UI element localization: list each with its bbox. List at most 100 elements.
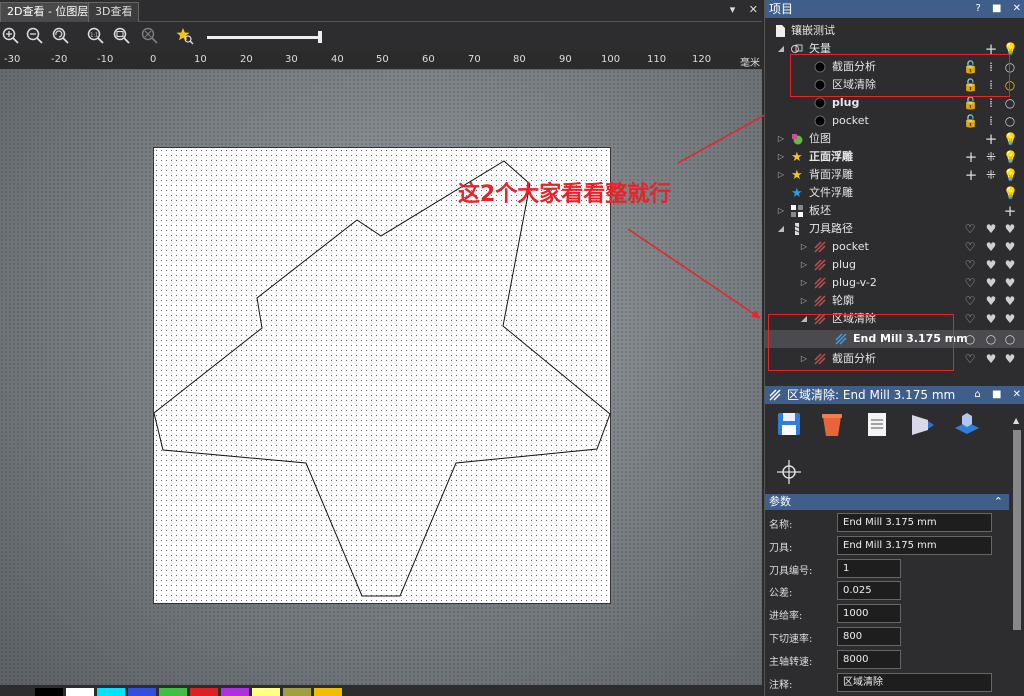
close-icon[interactable]: ✕ [1013,3,1021,14]
star-search-icon[interactable] [176,27,194,45]
lightbulb-icon[interactable]: 💡 [1003,184,1018,202]
color-swatch-green[interactable] [159,688,187,696]
color-swatch-cyan[interactable] [97,688,125,696]
expand-icon[interactable]: ▷ [777,148,785,166]
move-arrows-icon[interactable] [775,458,803,486]
lightbulb-icon[interactable]: 💡 [1003,148,1018,166]
lightbulb-off-icon[interactable]: ○ [1003,330,1017,348]
delete-bucket-icon[interactable] [818,410,846,438]
plunge-rate-field[interactable]: 800 [837,627,901,646]
lightbulb-off-icon[interactable]: ♡ [963,274,977,292]
tool-number-field[interactable]: 1 [837,559,901,578]
add-icon[interactable]: + [964,166,978,184]
params-header[interactable]: 参数 ⌃ [765,494,1009,510]
zoom-disabled-icon[interactable] [141,27,159,45]
zoom-out-icon[interactable] [26,27,44,45]
tool-visibility-icon[interactable]: ♥ [984,220,998,238]
zoom-previous-icon[interactable] [52,27,70,45]
spindle-speed-field[interactable]: 8000 [837,650,901,669]
help-icon[interactable]: ? [975,3,980,14]
move-icon[interactable]: ⁜ [984,148,998,166]
pin-icon[interactable]: ■ [992,3,1001,14]
tool-visibility-icon[interactable]: ♥ [1003,238,1017,256]
scroll-up-icon[interactable]: ▲ [1013,416,1019,425]
expand-icon[interactable]: ▷ [777,130,785,148]
tree-item-back-relief[interactable]: ▷ ★ 背面浮雕 + ⁜ 💡 [765,166,1024,184]
tool-field[interactable]: End Mill 3.175 mm [837,536,992,555]
notes-icon[interactable] [863,410,891,438]
expand-icon[interactable]: ▷ [777,166,785,184]
expand-icon[interactable]: ▷ [800,238,808,256]
tree-item-file-relief[interactable]: ★ 文件浮雕 💡 [765,184,1024,202]
close-icon[interactable]: ✕ [749,3,758,16]
add-icon[interactable]: + [964,148,978,166]
close-icon[interactable]: ✕ [1013,389,1021,400]
tree-item-bitmap[interactable]: ▷ 位图 + 💡 [765,130,1024,148]
tab-dropdown-icon[interactable]: ▾ [730,3,736,16]
tree-item-front-relief[interactable]: ▷ ★ 正面浮雕 + ⁜ 💡 [765,148,1024,166]
lightbulb-off-icon[interactable]: ♡ [963,256,977,274]
move-icon[interactable]: ⁜ [984,166,998,184]
color-swatch-purple[interactable] [221,688,249,696]
expand-icon[interactable]: ▷ [800,274,808,292]
tree-item-project[interactable]: 镶嵌测试 [765,22,1024,40]
tolerance-field[interactable]: 0.025 [837,581,901,600]
tool-visibility-icon[interactable]: ♥ [1003,310,1017,328]
color-swatch-olive[interactable] [283,688,311,696]
save-disk-icon[interactable] [775,410,803,438]
expand-icon[interactable]: ▷ [800,292,808,310]
zoom-slider-track[interactable] [207,36,319,39]
tree-item-toolpath-pocket[interactable]: ▷ pocket ♡ ♥ ♥ [765,238,1024,256]
tool-visibility-icon[interactable]: ♥ [984,292,998,310]
star-vector-shape[interactable] [154,148,612,605]
collapse-icon[interactable]: ◢ [777,40,785,58]
lightbulb-off-icon[interactable]: ○ [1003,112,1017,130]
tool-visibility-icon[interactable]: ♥ [984,256,998,274]
tool-visibility-icon[interactable]: ♥ [984,238,998,256]
params-scrollbar[interactable]: ▲ [1011,416,1023,696]
tree-item-toolpath-plug-v-2[interactable]: ▷ plug-v-2 ♡ ♥ ♥ [765,274,1024,292]
tool-visibility-icon[interactable]: ♥ [1003,256,1017,274]
lightbulb-off-icon[interactable]: ♡ [963,292,977,310]
zoom-fit-icon[interactable] [113,27,131,45]
name-field[interactable]: End Mill 3.175 mm [837,513,992,532]
tool-visibility-icon[interactable]: ♥ [1003,292,1017,310]
tool-visibility-icon[interactable]: ♥ [984,310,998,328]
lightbulb-off-icon[interactable]: ♡ [963,220,977,238]
home-icon[interactable]: ⌂ [974,389,980,400]
tree-item-vector-pocket[interactable]: pocket 🔓 ⁞ ○ [765,112,1024,130]
add-icon[interactable]: + [984,130,998,148]
edit-nodes-icon[interactable]: ⁞ [984,112,998,130]
tool-visibility-icon[interactable]: ♥ [1003,350,1017,368]
lightbulb-icon[interactable]: 💡 [1003,166,1018,184]
color-swatch-yellow[interactable] [252,688,280,696]
tree-item-toolpaths[interactable]: ◢ 刀具路径 ♡ ♥ ♥ [765,220,1024,238]
expand-icon[interactable]: ▷ [800,256,808,274]
tool-visibility-icon[interactable]: ♥ [1003,274,1017,292]
color-swatch-gold[interactable] [314,688,342,696]
lightbulb-icon[interactable]: 💡 [1003,130,1018,148]
3d-preview-icon[interactable] [953,410,981,438]
zoom-1to1-icon[interactable]: 1:1 [87,27,105,45]
tool-visibility-icon[interactable]: ♥ [984,274,998,292]
lightbulb-off-icon[interactable]: ♡ [963,238,977,256]
zoom-slider-handle[interactable] [318,31,322,43]
pin-icon[interactable]: ■ [992,389,1001,400]
tree-item-toolpath-plug[interactable]: ▷ plug ♡ ♥ ♥ [765,256,1024,274]
scrollbar-thumb[interactable] [1013,430,1021,630]
drawing-canvas[interactable] [0,70,762,685]
color-swatch-white[interactable] [66,688,94,696]
tab-3d-view[interactable]: 3D查看 [88,2,140,22]
tree-item-block[interactable]: ▷ 板坯 + [765,202,1024,220]
lightbulb-off-icon[interactable]: ○ [984,330,998,348]
lightbulb-off-icon[interactable]: ♡ [963,310,977,328]
lock-icon[interactable]: 🔓 [963,112,978,130]
lightbulb-off-icon[interactable]: ♡ [963,350,977,368]
add-icon[interactable]: + [1003,202,1017,220]
collapse-icon[interactable]: ◢ [777,220,785,238]
zoom-in-icon[interactable] [2,27,20,45]
lightbulb-off-icon[interactable]: ○ [963,330,977,348]
color-swatch-black[interactable] [35,688,63,696]
simulate-icon[interactable] [908,410,936,438]
chevron-up-icon[interactable]: ⌃ [994,494,1003,510]
